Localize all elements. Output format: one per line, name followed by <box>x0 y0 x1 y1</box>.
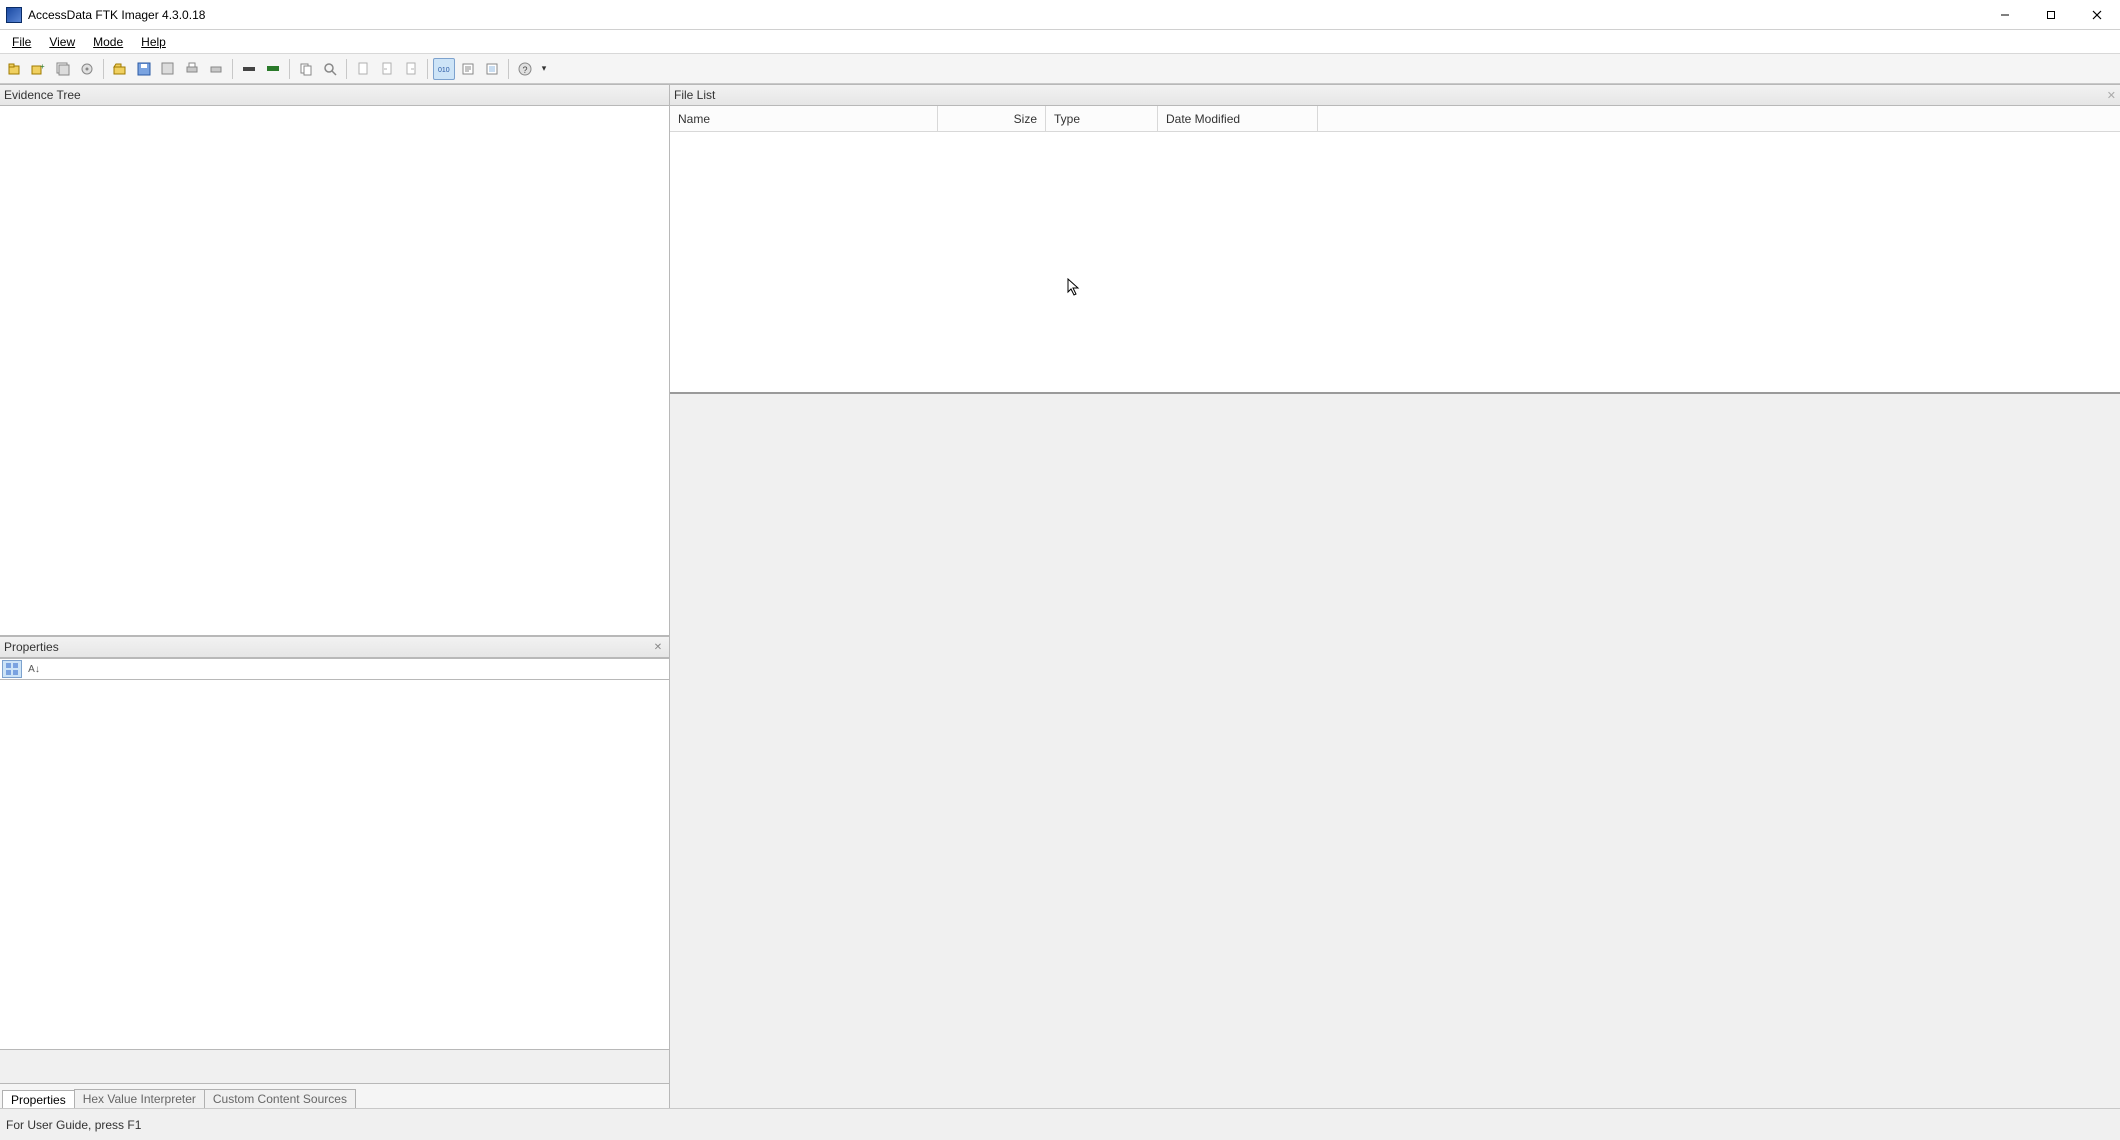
properties-description <box>0 1050 669 1084</box>
window-title: AccessData FTK Imager 4.3.0.18 <box>28 8 1982 22</box>
toolbar: + 010 ? ▾ <box>0 54 2120 84</box>
app-icon <box>6 7 22 23</box>
properties-panel: Properties ✕ A↓ Properties Hex Value Int… <box>0 635 669 1108</box>
toolbar-separator <box>289 59 290 79</box>
add-evidence-plus-icon[interactable]: + <box>28 58 50 80</box>
toolbar-overflow-icon[interactable]: ▾ <box>538 63 550 74</box>
add-all-icon[interactable] <box>52 58 74 80</box>
save-icon[interactable] <box>133 58 155 80</box>
menu-mode[interactable]: Mode <box>85 33 131 51</box>
main-area: Evidence Tree ✕ Properties ✕ A↓ Properti… <box>0 84 2120 1108</box>
hex-view-icon[interactable]: 010 <box>433 58 455 80</box>
toolbar-separator <box>103 59 104 79</box>
tab-properties[interactable]: Properties <box>2 1090 75 1109</box>
toolbar-separator <box>427 59 428 79</box>
file-list-body[interactable] <box>670 132 2120 392</box>
window-controls <box>1982 0 2120 29</box>
evidence-tree-title: Evidence Tree <box>4 88 81 102</box>
column-type[interactable]: Type <box>1046 106 1158 131</box>
properties-grid[interactable] <box>0 680 669 1050</box>
image-mount-icon[interactable] <box>76 58 98 80</box>
viewer-pane[interactable] <box>670 392 2120 1108</box>
minimize-button[interactable] <box>1982 0 2028 29</box>
file-prev-icon[interactable] <box>376 58 398 80</box>
ram-icon[interactable] <box>262 58 284 80</box>
save-as-icon[interactable] <box>157 58 179 80</box>
evidence-tree-body[interactable] <box>0 106 669 635</box>
toolbar-separator <box>232 59 233 79</box>
column-name[interactable]: Name <box>670 106 938 131</box>
tab-hex-interpreter[interactable]: Hex Value Interpreter <box>74 1089 205 1108</box>
menu-file[interactable]: File <box>4 33 39 51</box>
column-size[interactable]: Size <box>938 106 1046 131</box>
categorized-icon[interactable] <box>2 660 22 678</box>
svg-text:+: + <box>40 62 45 71</box>
file-list-columns: Name Size Type Date Modified <box>670 106 2120 132</box>
svg-text:?: ? <box>523 65 528 75</box>
maximize-button[interactable] <box>2028 0 2074 29</box>
print-icon[interactable] <box>181 58 203 80</box>
status-text: For User Guide, press F1 <box>6 1118 141 1132</box>
svg-text:010: 010 <box>438 67 450 74</box>
cursor-icon <box>1067 278 1081 299</box>
menu-help[interactable]: Help <box>133 33 174 51</box>
add-evidence-icon[interactable] <box>4 58 26 80</box>
copy-icon[interactable] <box>295 58 317 80</box>
text-view-icon[interactable] <box>457 58 479 80</box>
menu-bar: File View Mode Help <box>0 30 2120 54</box>
properties-header: Properties ✕ <box>0 636 669 658</box>
help-icon[interactable]: ? <box>514 58 536 80</box>
menu-view[interactable]: View <box>41 33 83 51</box>
toolbar-separator <box>508 59 509 79</box>
tab-custom-content[interactable]: Custom Content Sources <box>204 1089 356 1108</box>
status-bar: For User Guide, press F1 <box>0 1108 2120 1140</box>
native-view-icon[interactable] <box>481 58 503 80</box>
column-spacer <box>1318 106 2120 131</box>
properties-title: Properties <box>4 640 59 654</box>
new-file-icon[interactable] <box>352 58 374 80</box>
usb-block-icon[interactable] <box>238 58 260 80</box>
properties-toolbar: A↓ <box>0 658 669 680</box>
title-bar: AccessData FTK Imager 4.3.0.18 <box>0 0 2120 30</box>
find-icon[interactable] <box>319 58 341 80</box>
open-folder-icon[interactable] <box>109 58 131 80</box>
file-next-icon[interactable] <box>400 58 422 80</box>
evidence-tree-header: Evidence Tree ✕ <box>0 84 669 106</box>
file-list-header: File List ✕ <box>670 84 2120 106</box>
close-icon[interactable]: ✕ <box>2107 89 2116 102</box>
bottom-tabs: Properties Hex Value Interpreter Custom … <box>0 1084 669 1108</box>
close-button[interactable] <box>2074 0 2120 29</box>
print-preview-icon[interactable] <box>205 58 227 80</box>
toolbar-separator <box>346 59 347 79</box>
close-icon[interactable]: ✕ <box>651 640 665 654</box>
right-column: File List ✕ Name Size Type Date Modified <box>670 84 2120 1108</box>
column-date-modified[interactable]: Date Modified <box>1158 106 1318 131</box>
left-column: Evidence Tree ✕ Properties ✕ A↓ Properti… <box>0 84 670 1108</box>
file-list-title: File List <box>674 88 715 102</box>
alphabetical-icon[interactable]: A↓ <box>24 660 44 678</box>
